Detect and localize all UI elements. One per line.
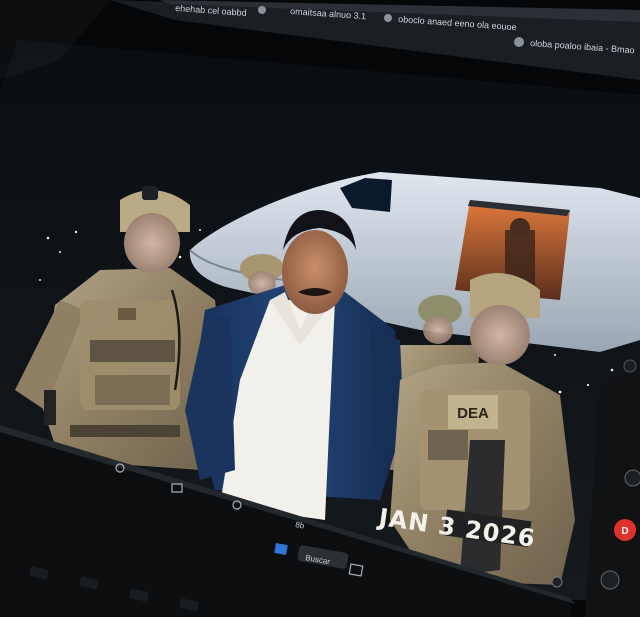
side-button[interactable] <box>623 359 637 373</box>
side-button[interactable] <box>624 469 640 487</box>
screen-photo: ehehab cel oabbd omaitsaa alnuo 3.1 oboc… <box>0 0 640 617</box>
tab-favicon-icon <box>258 6 266 14</box>
face <box>282 230 348 314</box>
blurred-face <box>470 305 530 365</box>
windows-logo-icon[interactable] <box>274 543 288 555</box>
tab-favicon-icon <box>384 14 392 22</box>
scene: ehehab cel oabbd omaitsaa alnuo 3.1 oboc… <box>0 0 640 617</box>
blurred-face <box>124 213 180 273</box>
tab-favicon-icon <box>514 37 524 47</box>
record-button-icon: D <box>621 526 628 537</box>
dea-patch-text: DEA <box>457 405 489 422</box>
side-button[interactable] <box>600 570 620 590</box>
side-button[interactable] <box>551 576 563 588</box>
helmet-mount <box>142 186 158 200</box>
